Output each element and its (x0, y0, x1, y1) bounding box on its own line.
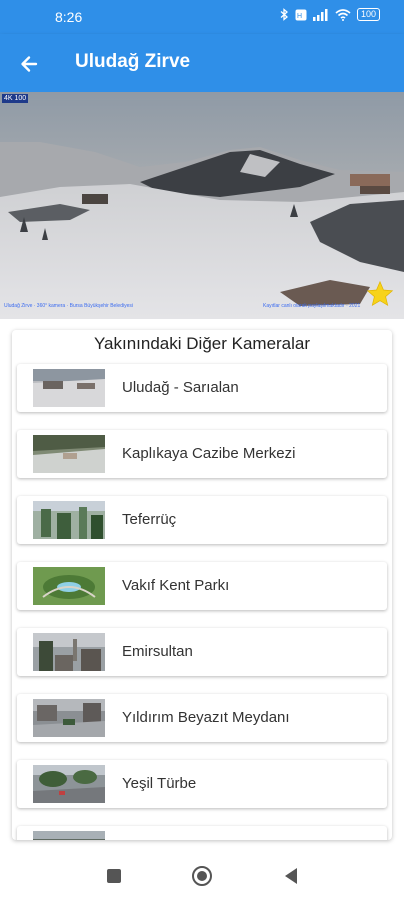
back-button[interactable] (14, 49, 44, 79)
live-camera-view[interactable]: 4K 100 Uludağ Zirve · 360° kamera · Burs… (0, 92, 404, 319)
camera-name: Yeşil Türbe (122, 775, 197, 792)
camera-caption-right: Kayıtlar canlı olarak paylaşılmaktadır ·… (263, 303, 361, 309)
page-title: Uludağ Zirve (75, 51, 191, 72)
camera-card[interactable]: Kaplıkaya Cazibe Merkezi (17, 430, 387, 478)
camera-card[interactable] (17, 826, 387, 840)
camera-image (0, 92, 404, 319)
battery-icon: 100 (356, 8, 380, 21)
camera-card[interactable]: Uludağ - Sarıalan (17, 364, 387, 412)
recents-button[interactable] (103, 865, 125, 887)
camera-thumbnail (33, 501, 105, 539)
home-button[interactable] (191, 865, 213, 887)
camera-caption-left: Uludağ Zirve · 360° kamera · Bursa Büyük… (4, 303, 133, 309)
camera-thumbnail (33, 699, 105, 737)
status-icons: H 100 (280, 8, 380, 21)
nav-back-button[interactable] (280, 865, 302, 887)
camera-name: Vakıf Kent Parkı (122, 577, 230, 594)
status-time: 8:26 (55, 9, 83, 25)
camera-card[interactable]: Emirsultan (17, 628, 387, 676)
bluetooth-icon (280, 8, 288, 21)
signal-icon (312, 8, 328, 21)
camera-quality-badge: 4K 100 (2, 94, 29, 103)
wifi-icon (335, 8, 351, 21)
camera-name: Kaplıkaya Cazibe Merkezi (122, 445, 296, 462)
status-bar: 8:26 H 100 (0, 0, 404, 34)
volte-icon: H (295, 9, 307, 20)
camera-thumbnail (33, 369, 105, 407)
system-nav-bar (0, 850, 404, 900)
camera-name: Emirsultan (122, 643, 193, 660)
circle-icon (192, 866, 212, 886)
camera-thumbnail (33, 435, 105, 473)
svg-text:H: H (297, 13, 302, 20)
triangle-back-icon (285, 868, 297, 884)
camera-card[interactable]: Yeşil Türbe (17, 760, 387, 808)
camera-thumbnail (33, 765, 105, 803)
camera-thumbnail (33, 831, 105, 840)
camera-thumbnail (33, 567, 105, 605)
panel-title: Yakınındaki Diğer Kameralar (93, 334, 311, 353)
star-icon[interactable] (366, 280, 394, 308)
camera-card[interactable]: Vakıf Kent Parkı (17, 562, 387, 610)
camera-card[interactable]: Teferrüç (17, 496, 387, 544)
camera-name: Teferrüç (122, 511, 177, 528)
arrow-left-icon (21, 56, 38, 72)
square-icon (107, 869, 121, 883)
camera-thumbnail (33, 633, 105, 671)
camera-name: Yıldırım Beyazıt Meydanı (122, 709, 290, 726)
app-bar: Uludağ Zirve (0, 34, 404, 92)
nearby-cameras-panel: Yakınındaki Diğer Kameralar Uludağ - Sar… (12, 330, 392, 840)
camera-name: Uludağ - Sarıalan (122, 379, 239, 396)
camera-card[interactable]: Yıldırım Beyazıt Meydanı (17, 694, 387, 742)
